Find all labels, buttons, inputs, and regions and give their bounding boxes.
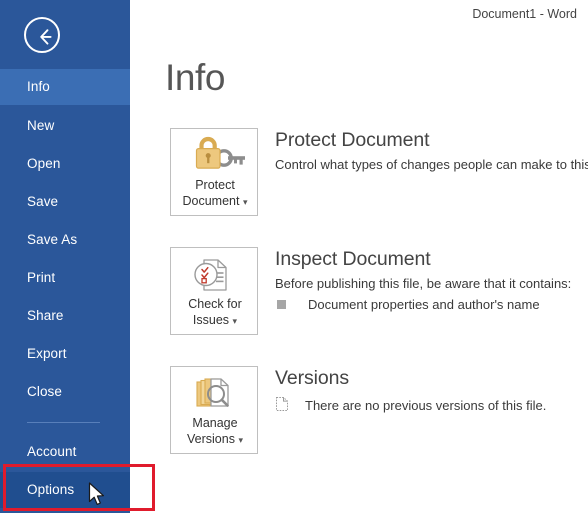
backstage-sidebar: Info New Open Save Save As Print Share E…: [0, 0, 130, 513]
document-icon: [275, 396, 289, 415]
chevron-down-icon[interactable]: ▾: [238, 435, 243, 445]
versions-bullet-text: There are no previous versions of this f…: [305, 398, 547, 413]
versions-body: Versions There are no previous versions …: [275, 366, 588, 415]
document-checklist-icon: [171, 254, 259, 296]
inspect-document-bullet-text: Document properties and author's name: [308, 297, 540, 312]
list-item: Document properties and author's name: [275, 297, 588, 312]
window-title: Document1 - Word: [472, 7, 577, 21]
versions-heading: Versions: [275, 367, 349, 389]
protect-document-label-line1: Protect: [195, 178, 235, 192]
inspect-document-heading: Inspect Document: [275, 248, 431, 270]
sidebar-item-save-as[interactable]: Save As: [0, 222, 130, 258]
check-for-issues-button-label: Check for Issues ▾: [171, 296, 259, 329]
protect-document-button-label: Protect Document ▾: [171, 177, 259, 210]
sidebar-item-info[interactable]: Info: [0, 69, 130, 105]
sidebar-item-close[interactable]: Close: [0, 374, 130, 410]
manage-versions-label-line1: Manage: [192, 416, 238, 430]
manage-versions-button-label: Manage Versions ▾: [171, 415, 259, 448]
check-for-issues-label-line1: Check for: [188, 297, 242, 311]
info-content-pane: Document1 - Word Info Protect Document ▾…: [130, 0, 588, 513]
protect-document-description: Control what types of changes people can…: [275, 157, 588, 172]
protect-document-button[interactable]: Protect Document ▾: [170, 128, 258, 216]
check-for-issues-label-line2: Issues: [192, 313, 230, 327]
sidebar-divider: [27, 422, 100, 423]
check-for-issues-button[interactable]: Check for Issues ▾: [170, 247, 258, 335]
lock-and-key-icon: [171, 135, 259, 177]
chevron-down-icon[interactable]: ▾: [233, 316, 238, 326]
protect-document-label-line2: Document: [182, 194, 240, 208]
sidebar-item-new[interactable]: New: [0, 108, 130, 144]
chevron-down-icon[interactable]: ▾: [243, 197, 248, 207]
sidebar-item-open[interactable]: Open: [0, 146, 130, 182]
sidebar-item-export[interactable]: Export: [0, 336, 130, 372]
sidebar-item-print[interactable]: Print: [0, 260, 130, 296]
word-backstage-info-screen: Info New Open Save Save As Print Share E…: [0, 0, 588, 513]
manage-versions-label-line2: Versions: [187, 432, 235, 446]
protect-document-body: Protect Document Control what types of c…: [275, 128, 588, 174]
inspect-document-description: Before publishing this file, be aware th…: [275, 276, 572, 291]
list-item: There are no previous versions of this f…: [275, 396, 588, 415]
sidebar-item-save[interactable]: Save: [0, 184, 130, 220]
page-title: Info: [165, 57, 226, 98]
sidebar-item-options[interactable]: Options: [0, 472, 130, 508]
manage-versions-button[interactable]: Manage Versions ▾: [170, 366, 258, 454]
inspect-document-body: Inspect Document Before publishing this …: [275, 247, 588, 312]
back-arrow-icon[interactable]: [24, 17, 60, 53]
sidebar-item-account[interactable]: Account: [0, 434, 130, 470]
sidebar-item-share[interactable]: Share: [0, 298, 130, 334]
bullet-square-icon: [277, 300, 286, 309]
document-stack-magnifier-icon: [171, 373, 259, 415]
protect-document-heading: Protect Document: [275, 129, 430, 151]
